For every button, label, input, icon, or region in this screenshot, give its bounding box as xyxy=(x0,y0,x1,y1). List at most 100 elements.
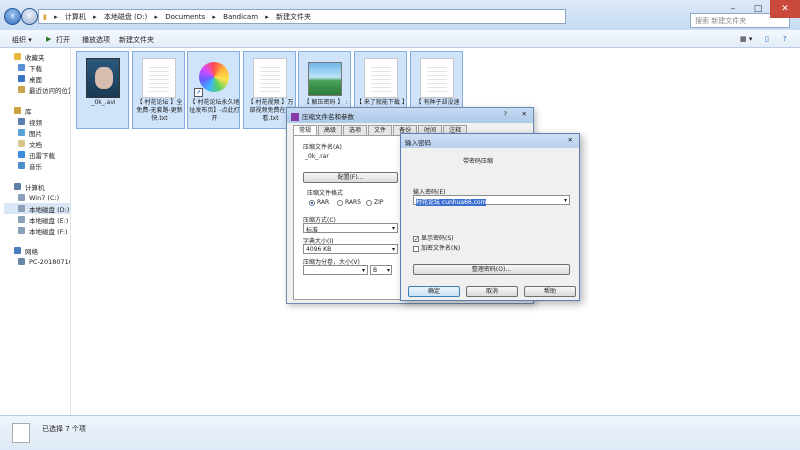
play-icon: ▶ xyxy=(46,35,52,43)
chevron-down-icon: ▾ xyxy=(391,246,395,253)
archive-format-label: 压缩文件格式 xyxy=(307,190,344,197)
tab-advanced[interactable]: 高级 xyxy=(318,125,343,135)
password-dialog-close-icon[interactable]: ✕ xyxy=(568,136,573,144)
computer-icon xyxy=(14,183,21,190)
chevron-down-icon: ▾ xyxy=(563,197,567,204)
recent-places-icon xyxy=(18,86,25,93)
file-item[interactable]: 【 村花论坛 】全免费-无套路-更新快.txt xyxy=(132,51,185,129)
archive-dialog-close-icon[interactable]: ✕ xyxy=(522,110,527,118)
breadcrumb-sep: ▸ xyxy=(154,13,159,21)
sidebar-drive-c[interactable]: Win7 (C:) xyxy=(18,192,59,203)
tab-options[interactable]: 选项 xyxy=(343,125,368,135)
winrar-icon xyxy=(291,113,299,121)
breadcrumb-new-folder[interactable]: 新建文件夹 xyxy=(276,13,311,21)
sidebar-documents[interactable]: 文档 xyxy=(18,138,42,149)
drive-icon xyxy=(18,194,25,201)
title-bar: ‹ › ▮ ▸ 计算机 ▸ 本地磁盘 (D:) ▸ Documents ▸ Ba… xyxy=(0,0,800,30)
desktop-icon xyxy=(18,75,25,82)
close-button[interactable]: ✕ xyxy=(770,0,800,18)
split-unit-select[interactable]: B ▾ xyxy=(370,265,392,275)
format-rar-radio[interactable]: RAR xyxy=(309,199,329,206)
password-dialog-titlebar[interactable]: 输入密码 ✕ xyxy=(401,134,579,148)
organize-passwords-button[interactable]: 整理密码(O)... xyxy=(413,264,570,275)
maximize-button[interactable]: □ xyxy=(745,0,771,18)
video-icon xyxy=(18,118,25,125)
password-dialog-subtitle: 带密码压缩 xyxy=(463,158,494,165)
chevron-down-icon: ▾ xyxy=(361,267,365,274)
archive-name-field[interactable]: _0k_.rar xyxy=(303,152,398,162)
sidebar-pc[interactable]: PC-20180710I xyxy=(18,256,75,267)
format-rar5-radio[interactable]: RAR5 xyxy=(337,199,361,206)
sidebar-drive-e[interactable]: 本地磁盘 (E:) xyxy=(18,214,68,225)
status-bar: 已选择 7 个项 xyxy=(0,415,800,450)
show-password-checkbox[interactable]: ✓ 显示密码(S) xyxy=(413,233,454,242)
sidebar-videos[interactable]: 视频 xyxy=(18,116,42,127)
picture-icon xyxy=(18,129,25,136)
sidebar-music[interactable]: 音乐 xyxy=(18,160,42,171)
sidebar-recent[interactable]: 最近访问的位置 xyxy=(18,84,75,95)
text-file-icon xyxy=(364,58,398,98)
xunlei-icon xyxy=(18,151,25,158)
folder-icon: ▮ xyxy=(43,13,47,21)
archive-dialog-titlebar[interactable]: 压缩文件名和参数 ? ✕ xyxy=(287,108,533,123)
tab-files[interactable]: 文件 xyxy=(368,125,393,135)
sidebar-drive-d[interactable]: 本地磁盘 (D:) xyxy=(4,203,70,214)
breadcrumb-drive-d[interactable]: 本地磁盘 (D:) xyxy=(104,13,147,21)
help-button[interactable]: 帮助 xyxy=(524,286,576,297)
sidebar-desktop[interactable]: 桌面 xyxy=(18,73,42,84)
help-button[interactable]: ? xyxy=(783,35,787,43)
encrypt-filenames-checkbox[interactable]: 加密文件名(N) xyxy=(413,243,460,252)
sidebar-drive-f[interactable]: 本地磁盘 (F:) xyxy=(18,225,68,236)
selection-count: 已选择 7 个项 xyxy=(42,425,86,433)
shortcut-arrow-icon: ↗ xyxy=(194,88,203,97)
sidebar-pictures[interactable]: 图片 xyxy=(18,127,42,138)
format-zip-radio[interactable]: ZIP xyxy=(366,199,384,206)
sidebar-computer[interactable]: 计算机 xyxy=(14,181,45,192)
sidebar-network[interactable]: 网络 xyxy=(14,245,38,256)
compression-method-select[interactable]: 标准 ▾ xyxy=(303,223,398,234)
tab-general[interactable]: 常规 xyxy=(293,125,318,135)
open-button[interactable]: 打开 xyxy=(56,35,70,45)
sidebar-xunlei[interactable]: 迅雷下载 xyxy=(18,149,55,160)
sidebar-downloads[interactable]: 下载 xyxy=(18,62,42,73)
file-item[interactable]: _0k_.avi xyxy=(76,51,129,129)
new-folder-button[interactable]: 新建文件夹 xyxy=(119,35,154,45)
minimize-button[interactable]: – xyxy=(720,0,746,18)
view-button[interactable]: ▦ ▾ xyxy=(740,35,752,43)
sidebar-favorites[interactable]: 收藏夹 xyxy=(14,51,45,62)
organize-menu[interactable]: 组织 ▾ xyxy=(12,35,32,45)
dictionary-size-select[interactable]: 4096 KB ▾ xyxy=(303,244,398,254)
browser-shortcut-icon xyxy=(199,62,229,92)
breadcrumb-sep: ▸ xyxy=(93,13,97,21)
preview-pane-button[interactable]: ▯ xyxy=(765,35,769,43)
image-file-icon xyxy=(308,62,342,96)
cancel-button[interactable]: 取消 xyxy=(466,286,518,297)
play-options-button[interactable]: 播放选项 xyxy=(82,35,110,45)
profile-button[interactable]: 配置(F)... xyxy=(303,172,398,183)
text-file-icon xyxy=(142,58,176,98)
file-item[interactable]: ↗ 【 村花论坛永久地址发布页】-点此打开 xyxy=(187,51,240,129)
video-thumbnail xyxy=(86,58,120,98)
ok-button[interactable]: 确定 xyxy=(408,286,460,297)
password-input[interactable]: 村花论坛 cunhua66.com ▾ xyxy=(413,195,570,206)
password-dialog: 输入密码 ✕ 带密码压缩 输入密码(E) 村花论坛 cunhua66.com ▾ … xyxy=(400,133,580,301)
breadcrumb-bandicam[interactable]: Bandicam xyxy=(223,13,258,21)
split-volume-select[interactable]: ▾ xyxy=(303,265,368,275)
help-icon[interactable]: ? xyxy=(504,110,507,118)
forward-button[interactable]: › xyxy=(21,8,38,25)
navigation-pane: 收藏夹 下载 桌面 最近访问的位置 库 视频 图片 文档 迅雷下载 音乐 计算机… xyxy=(0,48,75,415)
text-file-icon xyxy=(420,58,454,98)
back-button[interactable]: ‹ xyxy=(4,8,21,25)
sidebar-libraries[interactable]: 库 xyxy=(14,105,32,116)
network-icon xyxy=(14,247,21,254)
pc-icon xyxy=(18,258,25,265)
text-file-icon xyxy=(253,58,287,98)
address-bar[interactable]: ▮ ▸ 计算机 ▸ 本地磁盘 (D:) ▸ Documents ▸ Bandic… xyxy=(38,9,566,24)
breadcrumb-computer[interactable]: 计算机 xyxy=(65,13,86,21)
download-icon xyxy=(18,64,25,71)
breadcrumb-sep: ▸ xyxy=(212,13,216,21)
drive-icon xyxy=(18,216,25,223)
breadcrumb-documents[interactable]: Documents xyxy=(165,13,205,21)
drive-icon xyxy=(18,205,25,212)
library-icon xyxy=(14,107,21,114)
